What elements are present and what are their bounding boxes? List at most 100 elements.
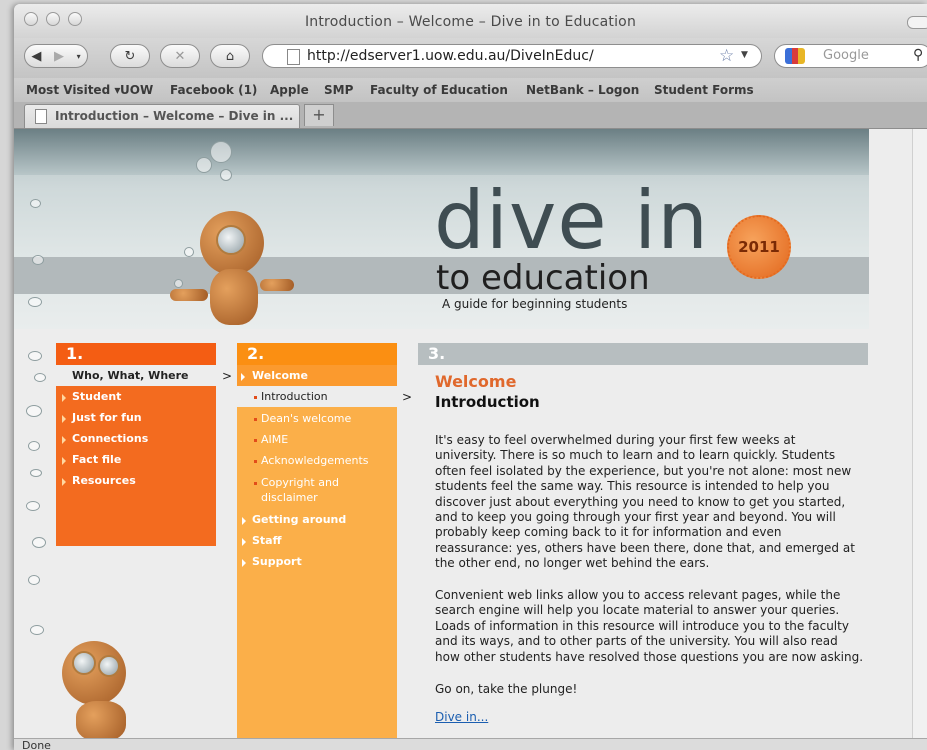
new-tab-button[interactable]: + bbox=[304, 104, 334, 126]
title-bar: Introduction – Welcome – Dive in to Educ… bbox=[14, 4, 927, 38]
stop-icon: ✕ bbox=[174, 48, 186, 64]
bullet-icon bbox=[254, 460, 257, 463]
bubble bbox=[28, 575, 40, 585]
nav-deans-welcome[interactable]: Dean's welcome bbox=[261, 412, 351, 425]
search-icon[interactable]: ⚲ bbox=[913, 47, 923, 63]
bookmark-smp[interactable]: SMP bbox=[324, 83, 353, 97]
vertical-scrollbar[interactable] bbox=[912, 129, 927, 738]
url-dropdown-icon[interactable]: ▼ bbox=[741, 50, 748, 60]
page-icon bbox=[287, 49, 300, 65]
nav-resources[interactable]: Resources bbox=[72, 474, 136, 487]
nav-copyright-line1[interactable]: Copyright and bbox=[261, 476, 339, 489]
back-forward-button[interactable]: ◀ ▶ ▾ bbox=[24, 44, 88, 68]
column-3-number: 3. bbox=[428, 344, 446, 363]
text-line: the other end, no longer wet behind the … bbox=[435, 556, 710, 571]
bullet-icon bbox=[62, 457, 66, 465]
bubble bbox=[32, 255, 44, 265]
nav-student[interactable]: Student bbox=[72, 390, 121, 403]
reload-button[interactable]: ↻ bbox=[110, 44, 150, 68]
bullet-icon bbox=[254, 439, 257, 442]
bookmark-facebook[interactable]: Facebook (1) bbox=[170, 83, 257, 97]
bookmark-faculty-of-education[interactable]: Faculty of Education bbox=[370, 83, 508, 97]
column-2-number: 2. bbox=[247, 344, 265, 363]
page-heading: Welcome bbox=[435, 372, 517, 391]
bubble bbox=[30, 199, 41, 208]
bubble bbox=[34, 373, 46, 382]
bullet-icon bbox=[242, 517, 246, 525]
text-line: Loads of information in this resource wi… bbox=[435, 618, 849, 633]
text-line: and its ways, and to other parts of the … bbox=[435, 634, 838, 649]
intro-paragraph-3: Go on, take the plunge! bbox=[435, 682, 578, 696]
nav-getting-around[interactable]: Getting around bbox=[252, 513, 346, 526]
diver-porthole bbox=[98, 655, 120, 677]
browser-window: Introduction – Welcome – Dive in to Educ… bbox=[14, 4, 927, 750]
bullet-icon bbox=[242, 538, 246, 546]
address-bar[interactable]: http://edserver1.uow.edu.au/DiveInEduc/ … bbox=[262, 44, 762, 68]
nav-welcome[interactable]: Welcome bbox=[252, 369, 308, 382]
search-placeholder[interactable]: Google bbox=[823, 48, 869, 63]
text-line: discover just about everything you need … bbox=[435, 494, 846, 509]
text-line: and to keep you going through your first… bbox=[435, 510, 836, 525]
tab-label: Introduction – Welcome – Dive in ... bbox=[55, 109, 294, 123]
bookmark-star-icon[interactable]: ☆ bbox=[719, 46, 734, 66]
reload-icon: ↻ bbox=[124, 48, 136, 64]
text-line: how other students have resolved those q… bbox=[435, 649, 864, 664]
intro-paragraph-2: Convenient web links allow you to access… bbox=[435, 588, 867, 665]
google-engine-icon[interactable] bbox=[785, 48, 805, 64]
bookmark-student-forms[interactable]: Student Forms bbox=[654, 83, 754, 97]
nav-who-what-where[interactable]: Who, What, Where bbox=[72, 369, 189, 382]
bookmark-apple[interactable]: Apple bbox=[270, 83, 309, 97]
search-field[interactable]: Google ⚲ bbox=[774, 44, 927, 68]
bullet-icon bbox=[254, 418, 257, 421]
nav-just-for-fun[interactable]: Just for fun bbox=[72, 411, 142, 424]
status-bar: Done bbox=[14, 738, 927, 750]
bullet-icon bbox=[62, 478, 66, 486]
diver-porthole bbox=[216, 225, 246, 255]
bubble bbox=[30, 625, 44, 635]
nav-staff[interactable]: Staff bbox=[252, 534, 282, 547]
nav-acknowledgements[interactable]: Acknowledgements bbox=[261, 454, 369, 467]
toolbar-toggle-button[interactable] bbox=[907, 16, 927, 29]
bubble bbox=[196, 157, 212, 173]
nav-arrow: > bbox=[222, 369, 233, 383]
bubble bbox=[28, 441, 40, 451]
bookmark-most-visited[interactable]: Most Visited ▾ bbox=[26, 83, 120, 97]
url-text[interactable]: http://edserver1.uow.edu.au/DiveInEduc/ bbox=[307, 48, 594, 64]
diver-body bbox=[76, 701, 126, 738]
bubble bbox=[174, 279, 183, 288]
bullet-icon bbox=[62, 415, 66, 423]
bubble bbox=[184, 247, 194, 257]
column-1-menu: Student Just for fun Connections Fact fi… bbox=[56, 386, 216, 546]
bubble bbox=[28, 297, 42, 307]
nav-arrow: > bbox=[402, 390, 413, 404]
banner-subtitle: to education bbox=[436, 258, 650, 298]
nav-support[interactable]: Support bbox=[252, 555, 302, 568]
banner-title: dive in bbox=[434, 174, 709, 267]
navigation-toolbar: ◀ ▶ ▾ ↻ ✕ ⌂ http://edserver1.uow.edu.au/Di… bbox=[14, 38, 927, 78]
forward-arrow-icon[interactable]: ▶ bbox=[54, 49, 64, 64]
dive-in-link[interactable]: Dive in... bbox=[435, 710, 488, 724]
diver-porthole bbox=[72, 651, 96, 675]
column-1-header: 1. bbox=[56, 343, 216, 365]
tab-bar: Introduction – Welcome – Dive in ... + bbox=[14, 102, 927, 129]
nav-introduction[interactable]: Introduction bbox=[261, 390, 328, 403]
back-arrow-icon[interactable]: ◀ bbox=[31, 49, 41, 64]
text-line: It's easy to feel overwhelmed during you… bbox=[435, 433, 796, 447]
history-dropdown-icon[interactable]: ▾ bbox=[77, 52, 81, 61]
bookmark-netbank[interactable]: NetBank – Logon bbox=[526, 83, 639, 97]
nav-copyright-line2[interactable]: disclaimer bbox=[261, 491, 318, 504]
nav-fact-file[interactable]: Fact file bbox=[72, 453, 121, 466]
bubble bbox=[210, 141, 232, 163]
diver-body bbox=[210, 269, 258, 325]
nav-connections[interactable]: Connections bbox=[72, 432, 148, 445]
bullet-icon bbox=[242, 559, 246, 567]
nav-aime[interactable]: AIME bbox=[261, 433, 288, 446]
bullet-icon bbox=[62, 394, 66, 402]
column-1-number: 1. bbox=[66, 344, 84, 363]
text-line: search engine will help you locate mater… bbox=[435, 603, 840, 618]
bookmark-uow[interactable]: UOW bbox=[120, 83, 153, 97]
home-button[interactable]: ⌂ bbox=[210, 44, 250, 68]
stop-button[interactable]: ✕ bbox=[160, 44, 200, 68]
page-icon bbox=[35, 109, 47, 124]
tab-introduction[interactable]: Introduction – Welcome – Dive in ... bbox=[24, 104, 300, 128]
